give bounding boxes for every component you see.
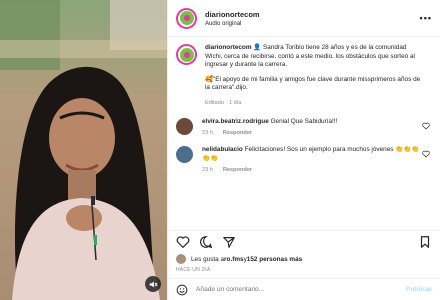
comment-avatar[interactable] bbox=[176, 146, 193, 164]
video-frame bbox=[0, 0, 167, 300]
reply-button[interactable]: Responder bbox=[223, 130, 252, 136]
caption-text-2: 🥰"El apoyo de mi familia y amigos fue cl… bbox=[205, 75, 421, 92]
likes-count[interactable]: 152 personas más bbox=[247, 256, 302, 263]
post-timestamp: HACE UN DÍA bbox=[176, 267, 211, 273]
comment-username[interactable]: elvira.beatriz.rodrigue bbox=[202, 118, 269, 125]
comment-input[interactable] bbox=[196, 286, 406, 293]
comment-age: 23 h bbox=[202, 130, 213, 137]
post-button[interactable]: Publicar bbox=[406, 286, 432, 293]
reel-video[interactable] bbox=[0, 0, 167, 300]
add-comment-bar: Publicar bbox=[168, 278, 440, 300]
heart-icon[interactable] bbox=[176, 235, 190, 249]
audio-original-link[interactable]: Audio original bbox=[205, 21, 260, 27]
comment-like-heart-icon[interactable] bbox=[422, 150, 430, 158]
post-panel: diarionortecom Audio original ••• diario… bbox=[167, 0, 440, 300]
comments-scroll[interactable]: diarionortecom 👤 Sandra Toribio tiene 28… bbox=[168, 37, 440, 230]
more-options-icon[interactable]: ••• bbox=[420, 13, 432, 23]
header-username[interactable]: diarionortecom bbox=[205, 10, 260, 19]
likes-user[interactable]: ro.fms bbox=[224, 256, 244, 263]
liker-avatar bbox=[176, 254, 186, 264]
paper-plane-icon[interactable] bbox=[222, 235, 236, 249]
likes-summary[interactable]: Les gusta a ro.fms y 152 personas más bbox=[168, 252, 440, 266]
caption-username[interactable]: diarionortecom bbox=[205, 44, 252, 51]
diarionorte-logo-icon bbox=[179, 11, 194, 25]
caption: diarionortecom 👤 Sandra Toribio tiene 28… bbox=[176, 44, 432, 108]
comment-item: elvira.beatriz.rodrigue Genial Que Sabid… bbox=[176, 117, 432, 137]
comment-icon[interactable] bbox=[199, 235, 213, 249]
speaker-muted-icon bbox=[149, 281, 158, 287]
comment-avatar[interactable] bbox=[176, 117, 193, 135]
comment-age: 23 h bbox=[202, 167, 213, 174]
bookmark-icon[interactable] bbox=[418, 235, 432, 249]
likes-prefix: Les gusta a bbox=[191, 255, 225, 263]
caption-meta: Editado · 1 día bbox=[205, 99, 242, 106]
comment-text: Genial Que Sabiduría!!! bbox=[270, 117, 338, 125]
post-header: diarionortecom Audio original ••• bbox=[168, 0, 440, 37]
comment-like-heart-icon[interactable] bbox=[422, 122, 430, 130]
smiley-icon[interactable] bbox=[176, 284, 188, 296]
action-bar bbox=[168, 230, 440, 252]
comment-item: nelidabulacio Felicitaciones! Sos un eje… bbox=[176, 146, 432, 173]
mute-toggle-button[interactable] bbox=[145, 276, 161, 292]
caption-avatar[interactable] bbox=[176, 44, 197, 65]
comment-username[interactable]: nelidabulacio bbox=[202, 146, 243, 153]
profile-avatar[interactable] bbox=[176, 7, 197, 29]
diarionorte-logo-icon bbox=[179, 47, 194, 62]
reply-button[interactable]: Responder bbox=[223, 167, 252, 173]
